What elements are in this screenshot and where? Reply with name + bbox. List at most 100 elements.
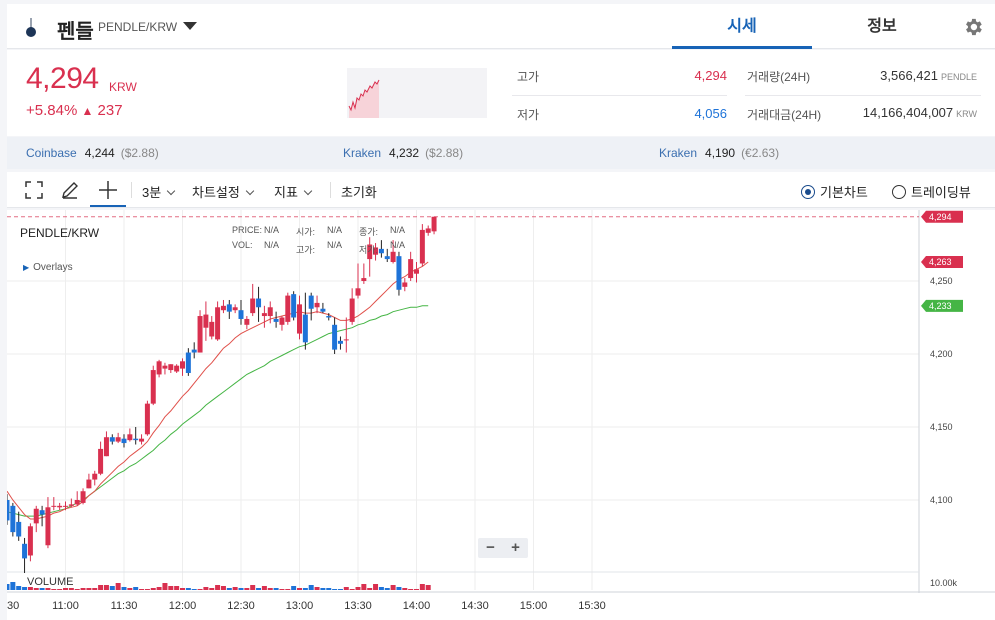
candle-body <box>408 259 414 279</box>
volume-bar <box>156 587 162 590</box>
exchange-item[interactable]: Kraken 4,232 ($2.88) <box>343 146 463 160</box>
exchange-item[interactable]: Coinbase 4,244 ($2.88) <box>26 146 159 160</box>
chart-settings-dropdown[interactable]: 차트설정 <box>192 182 253 201</box>
tab-info[interactable]: 정보 <box>812 4 952 49</box>
volume-bar <box>220 586 226 590</box>
exchange-name: Kraken <box>343 146 382 160</box>
volume-bar <box>396 587 402 590</box>
volume-bar <box>150 588 156 590</box>
volume-bar <box>414 589 419 590</box>
interval-dropdown[interactable]: 3분 <box>142 182 174 201</box>
candle-body <box>68 504 74 506</box>
candle-body <box>308 295 314 309</box>
candle-body <box>419 229 425 264</box>
candle-body <box>133 438 139 441</box>
low-value: 4,056 <box>694 106 727 121</box>
time-axis-tick: 14:30 <box>461 600 489 612</box>
candle-body <box>396 256 402 290</box>
candle-body <box>425 228 431 233</box>
exchange-eur-price: (€2.63) <box>741 146 780 160</box>
price-unit: KRW <box>109 80 137 94</box>
ohlc-label-col: PRICE: VOL: <box>232 225 262 250</box>
candle-body <box>39 510 45 515</box>
volume-bar <box>297 588 302 590</box>
gear-icon[interactable] <box>962 16 984 38</box>
price-axis-tick: 4,100 <box>930 495 953 505</box>
volume-bar <box>308 585 314 590</box>
candle-body <box>349 298 355 322</box>
candle-body <box>215 307 221 340</box>
amount-value: 14,166,404,007 <box>862 105 954 120</box>
candle-body <box>180 361 185 369</box>
high-label: 고가: <box>296 245 316 255</box>
candle-body <box>185 352 191 373</box>
change-absolute: 237 <box>97 102 123 119</box>
chart-toolbar: 3분 차트설정 지표 초기화 기본차트 트레이딩뷰 <box>7 172 995 208</box>
time-axis-tick: 14:00 <box>403 600 431 612</box>
candle-body <box>33 508 39 524</box>
volume-bar <box>390 585 396 590</box>
divider <box>131 182 132 198</box>
candle-body <box>174 365 180 372</box>
pencil-icon[interactable] <box>60 180 80 200</box>
tab-market-price[interactable]: 시세 <box>672 4 812 49</box>
volume-bar <box>285 589 291 590</box>
volume-bar <box>10 582 16 590</box>
candle-body <box>291 294 297 318</box>
volume-bar <box>86 588 92 590</box>
ma-fast-line <box>7 261 429 520</box>
volume-bar <box>244 588 250 590</box>
overlays-toggle[interactable]: ▶ Overlays <box>23 262 73 273</box>
candle-body <box>16 521 22 537</box>
zoom-in-button[interactable]: + <box>503 538 528 557</box>
exchange-item[interactable]: Kraken 4,190 (€2.63) <box>659 146 779 160</box>
fullscreen-icon[interactable] <box>24 180 44 200</box>
volume-bar <box>68 588 74 590</box>
reset-button[interactable]: 초기화 <box>341 182 377 201</box>
chart-canvas[interactable]: 4,100 4,150 4,200 4,250 11:00 11:30 12:00 12:30… <box>7 210 995 620</box>
zoom-out-button[interactable]: − <box>478 538 503 557</box>
close-label: 종가: <box>359 227 379 237</box>
current-price: 4,294 <box>26 62 99 95</box>
exchange-price-bar: Coinbase 4,244 ($2.88) Kraken 4,232 ($2.88) … <box>7 137 995 169</box>
top-header: 펜들 PENDLE/KRW 시세 정보 <box>7 4 995 49</box>
volume-bar <box>162 583 168 590</box>
ohlc-value-col: N/A N/A <box>327 225 342 250</box>
candle-body <box>261 313 267 317</box>
price-tag-label: 4,263 <box>929 257 952 267</box>
indicators-dropdown[interactable]: 지표 <box>274 182 311 201</box>
candle-body <box>256 298 262 308</box>
candle-body <box>139 438 145 442</box>
time-axis-tick: 12:00 <box>169 600 197 612</box>
coin-selector-caret-icon[interactable] <box>183 22 197 30</box>
volume-stat: 3,566,421 PENDLE <box>807 68 977 83</box>
volume-bar <box>57 589 63 590</box>
volume-value: 3,566,421 <box>880 68 938 83</box>
candle-body <box>326 316 332 318</box>
volume-bar <box>349 589 355 590</box>
divider <box>512 95 727 96</box>
active-tool-indicator <box>90 205 126 207</box>
high-label: 고가 <box>517 70 540 84</box>
ohlc-label-col: 종가: 저가: <box>359 225 378 256</box>
volume-bar <box>16 586 22 590</box>
volume-bar <box>133 587 139 590</box>
volume-bar <box>273 588 279 590</box>
candlestick-chart[interactable]: 4,100 4,150 4,200 4,250 11:00 11:30 12:00 12:30… <box>7 210 995 620</box>
basic-chart-radio[interactable]: 기본차트 <box>801 182 868 201</box>
candle-body <box>57 505 63 508</box>
volume-label: VOLUME <box>27 576 74 588</box>
time-axis-tick: 12:30 <box>227 600 255 612</box>
candle-body <box>220 305 226 311</box>
change-up-arrow-icon: ▲ <box>81 104 94 118</box>
candle-body <box>156 361 162 375</box>
coin-logo-icon <box>26 18 36 37</box>
exchange-name: Coinbase <box>26 146 77 160</box>
time-axis-tick: 15:30 <box>578 600 606 612</box>
time-axis-tick: 15:00 <box>520 600 548 612</box>
trading-view-radio[interactable]: 트레이딩뷰 <box>892 182 971 201</box>
vol-label: VOL: <box>232 240 253 250</box>
exchange-price: 4,244 <box>84 146 115 160</box>
crosshair-icon[interactable] <box>98 180 118 200</box>
candle-body <box>144 403 150 435</box>
